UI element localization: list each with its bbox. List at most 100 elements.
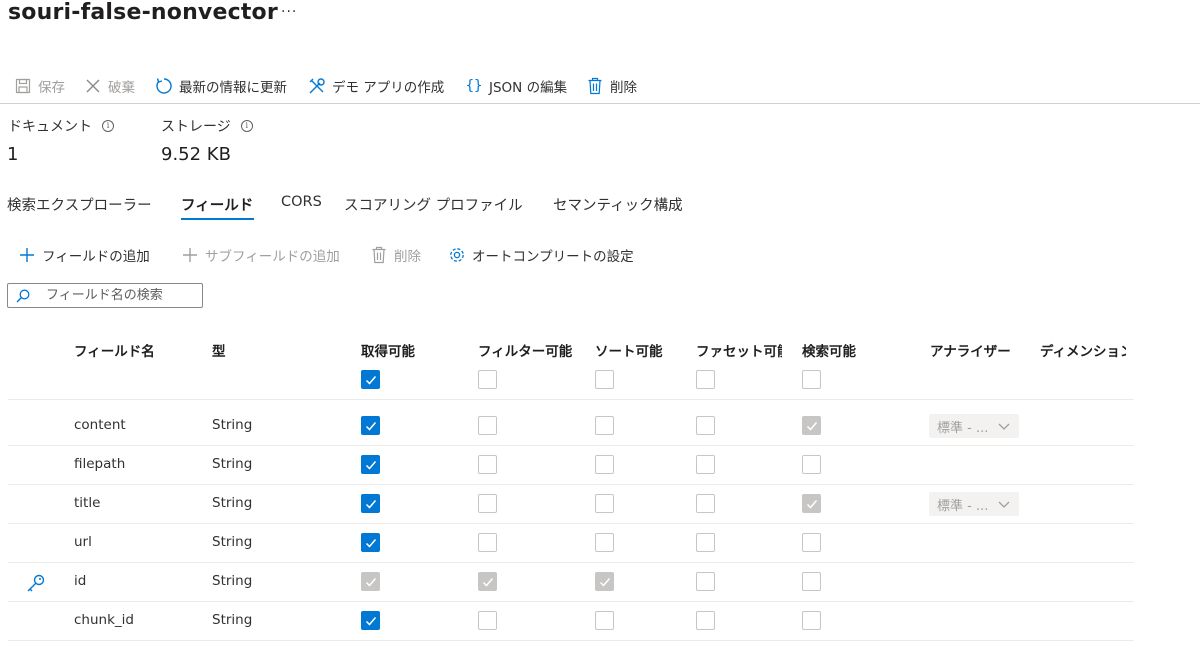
field-name-cell: title bbox=[74, 495, 101, 511]
sortable-checkbox[interactable] bbox=[595, 533, 614, 552]
retrievable-checkbox[interactable] bbox=[361, 533, 380, 552]
analyzer-value: 標準 - ... bbox=[937, 420, 989, 436]
info-icon[interactable]: i bbox=[240, 120, 253, 132]
sortable-checkbox[interactable] bbox=[595, 494, 614, 513]
header-facetable-checkbox[interactable] bbox=[696, 370, 715, 389]
filterable-checkbox[interactable] bbox=[478, 611, 497, 630]
field-type-cell: String bbox=[212, 495, 253, 511]
header-filterable[interactable]: フィルター可能 bbox=[478, 340, 576, 360]
header-field-name[interactable]: フィールド名 bbox=[74, 340, 155, 360]
header-facetable[interactable]: ファセット可能 bbox=[696, 340, 782, 360]
row-divider bbox=[8, 640, 1134, 641]
add-subfield-label: サブフィールドの追加 bbox=[205, 249, 340, 265]
key-icon bbox=[26, 573, 46, 597]
field-name-cell: filepath bbox=[74, 456, 126, 472]
command-bar: 保存 破棄 最新の情報に更新 デモ アプリの作成 {} JSON の編集 削除 bbox=[0, 70, 1200, 104]
row-divider bbox=[8, 484, 1134, 485]
row-divider bbox=[8, 562, 1134, 563]
searchable-checkbox[interactable] bbox=[802, 455, 821, 474]
add-field-button[interactable]: フィールドの追加 bbox=[18, 244, 150, 266]
row-divider bbox=[8, 399, 1134, 400]
create-demo-app-button[interactable]: デモ アプリの作成 bbox=[308, 76, 444, 96]
searchable-checkbox[interactable] bbox=[802, 416, 821, 435]
sortable-checkbox[interactable] bbox=[595, 416, 614, 435]
page-title: souri-false-nonvector bbox=[8, 0, 278, 25]
row-divider bbox=[8, 523, 1134, 524]
searchable-checkbox[interactable] bbox=[802, 572, 821, 591]
info-icon[interactable]: i bbox=[102, 120, 114, 132]
edit-json-label: JSON の編集 bbox=[489, 80, 568, 96]
chevron-down-icon bbox=[997, 419, 1011, 437]
header-sortable[interactable]: ソート可能 bbox=[595, 340, 663, 360]
sortable-checkbox[interactable] bbox=[595, 572, 614, 591]
active-tab-indicator bbox=[181, 218, 254, 220]
searchable-checkbox[interactable] bbox=[802, 611, 821, 630]
sortable-checkbox[interactable] bbox=[595, 611, 614, 630]
documents-label-text: ドキュメント bbox=[8, 119, 92, 135]
analyzer-dropdown[interactable]: 標準 - ... bbox=[929, 414, 1019, 438]
add-field-label: フィールドの追加 bbox=[42, 249, 150, 265]
header-filterable-checkbox[interactable] bbox=[478, 370, 497, 389]
filterable-checkbox[interactable] bbox=[478, 416, 497, 435]
header-searchable-checkbox[interactable] bbox=[802, 370, 821, 389]
field-type-cell: String bbox=[212, 417, 253, 433]
header-retrievable-checkbox[interactable] bbox=[361, 370, 380, 389]
create-demo-app-label: デモ アプリの作成 bbox=[332, 80, 445, 96]
facetable-checkbox[interactable] bbox=[696, 416, 715, 435]
filterable-checkbox[interactable] bbox=[478, 572, 497, 591]
tab-search-explorer[interactable]: 検索エクスプローラー bbox=[7, 194, 152, 215]
header-dimensions[interactable]: ディメンション bbox=[1040, 340, 1126, 360]
plus-icon bbox=[181, 246, 199, 264]
tab-semantic-configuration[interactable]: セマンティック構成 bbox=[553, 194, 683, 215]
storage-stat-value: 9.52 KB bbox=[161, 144, 231, 165]
tab-fields[interactable]: フィールド bbox=[181, 194, 253, 215]
searchable-checkbox[interactable] bbox=[802, 533, 821, 552]
autocomplete-settings-button[interactable]: オートコンプリートの設定 bbox=[448, 244, 634, 266]
field-type-cell: String bbox=[212, 573, 253, 589]
close-icon bbox=[84, 77, 102, 95]
header-sortable-checkbox[interactable] bbox=[595, 370, 614, 389]
header-searchable[interactable]: 検索可能 bbox=[802, 340, 856, 360]
refresh-label: 最新の情報に更新 bbox=[179, 80, 287, 96]
discard-label: 破棄 bbox=[108, 80, 135, 96]
facetable-checkbox[interactable] bbox=[696, 494, 715, 513]
gear-icon bbox=[448, 246, 466, 264]
field-search-box[interactable] bbox=[7, 283, 203, 308]
header-retrievable[interactable]: 取得可能 bbox=[361, 340, 415, 360]
edit-json-button[interactable]: {} JSON の編集 bbox=[465, 76, 568, 96]
filterable-checkbox[interactable] bbox=[478, 533, 497, 552]
filterable-checkbox[interactable] bbox=[478, 455, 497, 474]
retrievable-checkbox[interactable] bbox=[361, 455, 380, 474]
field-name-cell: content bbox=[74, 417, 126, 433]
save-icon bbox=[14, 77, 32, 95]
field-search-input[interactable] bbox=[46, 288, 196, 303]
field-type-cell: String bbox=[212, 456, 253, 472]
delete-field-button[interactable]: 削除 bbox=[370, 244, 421, 266]
more-options-button[interactable]: ··· bbox=[281, 4, 297, 20]
storage-stat-label: ストレージ i bbox=[161, 116, 253, 136]
facetable-checkbox[interactable] bbox=[696, 572, 715, 591]
save-button[interactable]: 保存 bbox=[14, 76, 65, 96]
retrievable-checkbox[interactable] bbox=[361, 416, 380, 435]
facetable-checkbox[interactable] bbox=[696, 455, 715, 474]
delete-button[interactable]: 削除 bbox=[586, 76, 637, 96]
delete-label: 削除 bbox=[610, 80, 637, 96]
header-analyzer[interactable]: アナライザー bbox=[930, 340, 1011, 360]
retrievable-checkbox[interactable] bbox=[361, 611, 380, 630]
tab-scoring-profiles[interactable]: スコアリング プロファイル bbox=[344, 194, 523, 215]
filterable-checkbox[interactable] bbox=[478, 494, 497, 513]
facetable-checkbox[interactable] bbox=[696, 533, 715, 552]
retrievable-checkbox[interactable] bbox=[361, 572, 380, 591]
searchable-checkbox[interactable] bbox=[802, 494, 821, 513]
header-type[interactable]: 型 bbox=[212, 340, 226, 360]
braces-icon: {} bbox=[465, 78, 483, 94]
add-subfield-button[interactable]: サブフィールドの追加 bbox=[181, 244, 340, 266]
refresh-button[interactable]: 最新の情報に更新 bbox=[155, 76, 287, 96]
tab-cors[interactable]: CORS bbox=[281, 194, 322, 210]
sortable-checkbox[interactable] bbox=[595, 455, 614, 474]
analyzer-dropdown[interactable]: 標準 - ... bbox=[929, 492, 1019, 516]
discard-button[interactable]: 破棄 bbox=[84, 76, 135, 96]
row-divider bbox=[8, 601, 1134, 602]
facetable-checkbox[interactable] bbox=[696, 611, 715, 630]
retrievable-checkbox[interactable] bbox=[361, 494, 380, 513]
